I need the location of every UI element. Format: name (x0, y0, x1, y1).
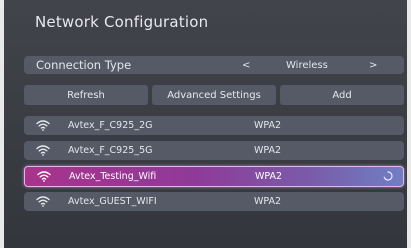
network-row[interactable]: Avtex_GUEST_WIFI WPA2 (24, 192, 404, 211)
refresh-button[interactable]: Refresh (24, 85, 148, 105)
add-button[interactable]: Add (280, 85, 404, 105)
network-security: WPA2 (254, 196, 282, 207)
network-ssid: Avtex_F_C925_5G (68, 145, 153, 156)
loading-spinner-icon (383, 171, 393, 181)
chevron-left-icon[interactable]: < (242, 60, 250, 71)
connection-type-label: Connection Type (36, 58, 132, 72)
page-title: Network Configuration (35, 13, 209, 31)
network-security: WPA2 (254, 120, 282, 131)
network-ssid: Avtex_Testing_Wifi (69, 171, 157, 182)
wifi-icon (36, 196, 50, 207)
network-row[interactable]: Avtex_F_C925_2G WPA2 (24, 116, 404, 135)
network-security: WPA2 (254, 145, 282, 156)
network-security: WPA2 (255, 171, 283, 182)
chevron-right-icon[interactable]: > (369, 60, 377, 71)
connection-type-selector[interactable]: Connection Type < Wireless > (24, 56, 404, 74)
network-row[interactable]: Avtex_F_C925_5G WPA2 (24, 141, 404, 160)
wifi-icon (37, 171, 51, 182)
network-row-selected[interactable]: Avtex_Testing_Wifi WPA2 (24, 166, 404, 187)
wifi-icon (36, 120, 50, 131)
network-ssid: Avtex_F_C925_2G (68, 120, 153, 131)
connection-type-value: Wireless (286, 59, 328, 71)
advanced-settings-button[interactable]: Advanced Settings (152, 85, 276, 105)
network-configuration-screen: Network Configuration Connection Type < … (4, 0, 407, 248)
wifi-icon (36, 145, 50, 156)
network-ssid: Avtex_GUEST_WIFI (68, 196, 157, 207)
